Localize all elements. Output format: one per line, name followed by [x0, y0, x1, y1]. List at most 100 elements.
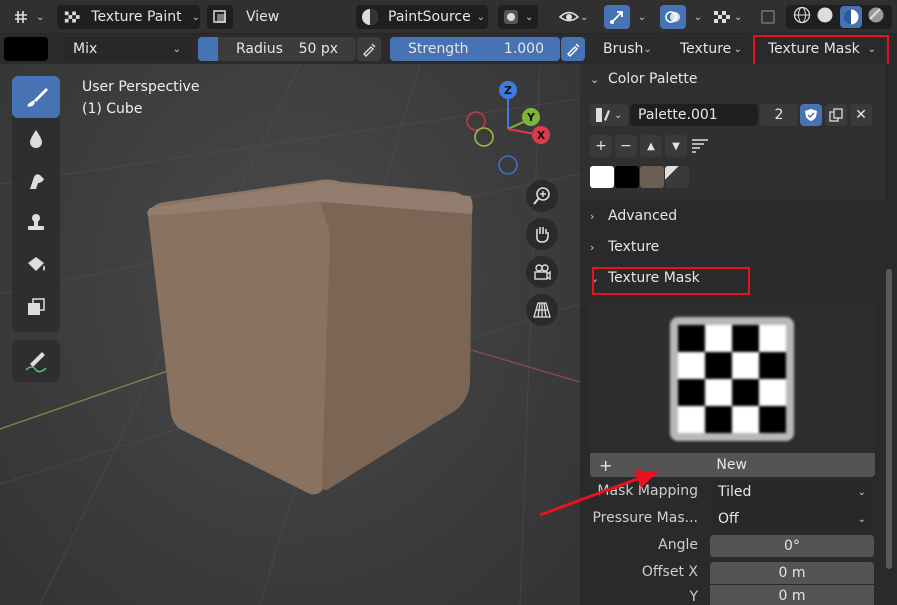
palette-swatch-3[interactable] — [640, 166, 664, 188]
offset-x-field[interactable]: 0 m — [710, 562, 874, 584]
unlink-palette-button[interactable]: ✕ — [850, 104, 872, 126]
texture-mask-menu[interactable]: Texture Mask ⌄ — [760, 37, 884, 61]
zoom-button[interactable] — [526, 180, 558, 212]
fill-tool-button[interactable] — [12, 244, 60, 286]
texture-menu[interactable]: Texture ⌄ — [670, 37, 752, 61]
paint-source-dropdown[interactable]: PaintSource ⌄ — [356, 5, 488, 29]
gizmo-dropdown[interactable]: ⌄ — [632, 5, 652, 29]
magnifier-zoom-icon — [533, 187, 550, 205]
navigation-gizmo[interactable]: Z Y X — [460, 79, 560, 179]
panel-scrollbar[interactable] — [886, 269, 892, 569]
rendered-shading-button[interactable] — [867, 6, 885, 28]
3d-viewport[interactable]: User Perspective (1) Cube Z Y X — [0, 64, 580, 605]
gizmo-toggle-button[interactable] — [604, 5, 630, 29]
viewport-info: User Perspective (1) Cube — [82, 76, 199, 120]
advanced-header[interactable]: › Advanced — [580, 201, 885, 231]
texture-mask-menu-label: Texture Mask — [768, 41, 860, 57]
editor-type-button[interactable]: ⌄ — [14, 5, 50, 29]
remove-color-button[interactable]: − — [615, 135, 637, 157]
chevron-down-icon: ⌄ — [693, 11, 703, 23]
strength-slider[interactable]: Strength 1.000 — [390, 37, 560, 61]
object-label: (1) Cube — [82, 101, 143, 117]
smear-tool-button[interactable] — [12, 160, 60, 202]
xray-button[interactable] — [758, 5, 778, 29]
palette-browse-button[interactable]: ⌄ — [590, 104, 628, 126]
toolbox-paint-tools — [12, 76, 60, 332]
palette-user-count[interactable]: 2 — [760, 104, 798, 126]
color-swatch[interactable] — [4, 37, 48, 61]
tool-settings-bar: Mix ⌄ Radius 50 px Strength 1.000 Brush … — [0, 34, 897, 64]
new-texture-button[interactable]: + New — [590, 453, 875, 477]
chevron-down-icon: ⌄ — [857, 513, 866, 525]
gizmo-arrow-icon — [610, 11, 623, 24]
annotate-tool-button[interactable] — [12, 340, 60, 382]
texture-overlay-dropdown[interactable]: ⌄ — [712, 5, 752, 29]
sort-colors-button[interactable] — [690, 137, 710, 159]
soften-tool-button[interactable] — [12, 118, 60, 160]
duplicate-palette-button[interactable] — [825, 104, 847, 126]
texture-header[interactable]: › Texture — [580, 232, 885, 262]
mask-tool-button[interactable] — [12, 286, 60, 328]
overlays-toggle-button[interactable] — [660, 5, 686, 29]
smear-finger-icon — [30, 174, 44, 189]
palette-swatch-1[interactable] — [590, 166, 614, 188]
shading-mode-group — [786, 5, 892, 29]
angle-label: Angle — [658, 537, 698, 553]
palette-swatch-2[interactable] — [615, 166, 639, 188]
add-color-button[interactable]: + — [590, 135, 612, 157]
color-palette-header[interactable]: ⌄ Color Palette — [580, 64, 885, 94]
collapse-arrow-icon: ⌄ — [590, 271, 600, 285]
chevron-down-icon: ⌄ — [476, 11, 486, 23]
fake-user-button[interactable] — [800, 104, 822, 126]
view-menu-label: View — [246, 9, 280, 25]
angle-field[interactable]: 0° — [710, 535, 874, 557]
rendered-sphere-icon — [868, 7, 884, 23]
wireframe-shading-button[interactable] — [793, 6, 811, 28]
palette-name-field[interactable]: Palette.001 — [630, 104, 758, 126]
view-menu[interactable]: View — [246, 5, 286, 29]
pressure-masking-dropdown[interactable]: Off ⌄ — [710, 508, 874, 530]
brush-menu[interactable]: Brush ⌄ — [593, 37, 661, 61]
offset-x-label: Offset X — [641, 564, 698, 580]
texture-mask-preview[interactable] — [590, 303, 875, 453]
solid-shading-button[interactable] — [816, 6, 834, 28]
radius-pressure-button[interactable] — [357, 37, 381, 61]
brush-menu-label: Brush — [603, 41, 644, 57]
strength-pressure-button[interactable] — [561, 37, 585, 61]
palette-swatch-4[interactable] — [665, 166, 689, 188]
plus-icon: + — [599, 455, 613, 475]
perspective-grid-icon — [533, 302, 551, 318]
collapse-arrow-icon: ⌄ — [590, 72, 600, 86]
visibility-dropdown[interactable]: ⌄ — [558, 5, 598, 29]
checker-mask-preview-image — [670, 317, 794, 441]
triangle-down-icon: ▼ — [672, 140, 680, 152]
camera-view-button[interactable] — [526, 256, 558, 288]
move-color-up-button[interactable]: ▲ — [640, 135, 662, 157]
texture-mask-header[interactable]: ⌄ Texture Mask — [580, 263, 885, 293]
overlays-dropdown[interactable]: ⌄ — [688, 5, 708, 29]
pan-button[interactable] — [526, 218, 558, 250]
chevron-down-icon: ⌄ — [580, 11, 589, 23]
blend-mode-dropdown[interactable]: Mix ⌄ — [63, 37, 191, 61]
eye-icon — [558, 11, 580, 22]
move-color-down-button[interactable]: ▼ — [665, 135, 687, 157]
perspective-toggle-button[interactable] — [526, 294, 558, 326]
sort-lines-icon — [692, 139, 708, 153]
mode-dropdown[interactable]: Texture Paint ⌄ — [57, 5, 200, 29]
mask-mapping-dropdown[interactable]: Tiled ⌄ — [710, 481, 874, 503]
material-shading-button[interactable] — [839, 6, 862, 28]
draw-tool-button[interactable] — [12, 76, 60, 118]
xray-square-icon — [761, 10, 775, 24]
cube-object[interactable] — [147, 179, 473, 495]
clone-tool-button[interactable] — [12, 202, 60, 244]
texture-title: Texture — [608, 239, 660, 255]
chevron-down-icon: ⌄ — [733, 43, 742, 55]
offset-y-field[interactable]: 0 m — [710, 585, 874, 605]
minus-icon: − — [620, 138, 632, 154]
mask-squares-icon — [28, 298, 45, 315]
toggle-xray-button[interactable] — [207, 5, 233, 29]
radius-slider[interactable]: Radius 50 px — [198, 37, 356, 61]
pen-pressure-icon — [567, 43, 580, 57]
brush-falloff-dropdown[interactable]: ⌄ — [498, 5, 538, 29]
grid-axes-icon — [15, 11, 27, 23]
